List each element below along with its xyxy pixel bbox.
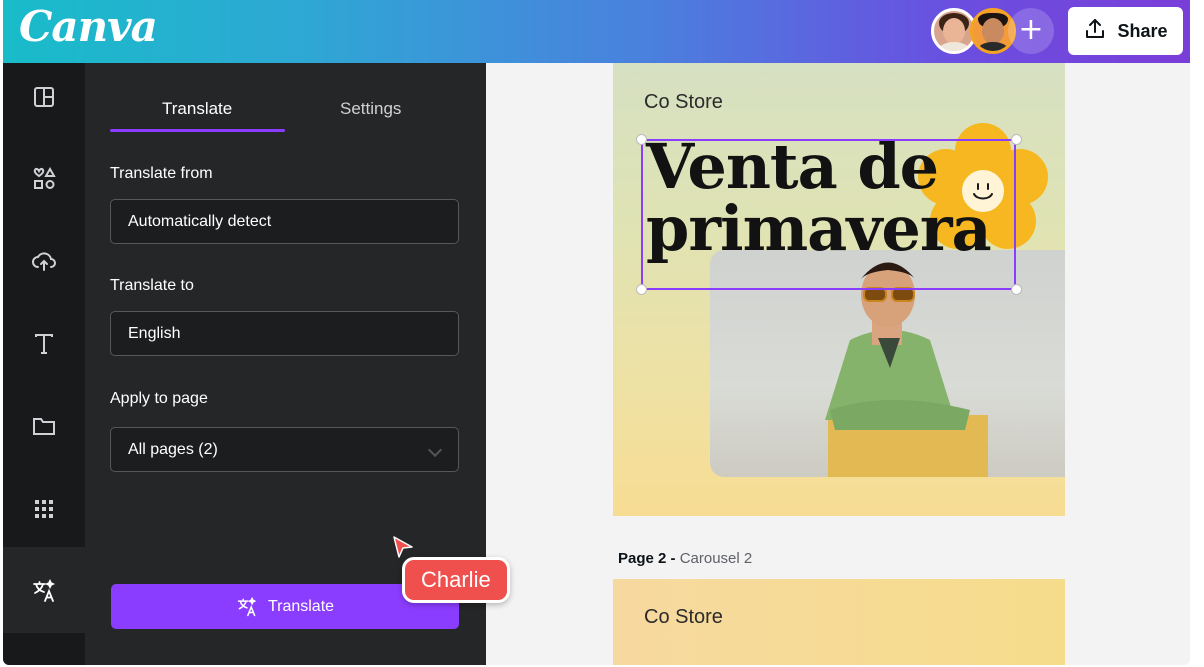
page-2-title: Carousel 2 xyxy=(679,550,753,567)
share-icon xyxy=(1083,17,1107,46)
canva-editor: Canva + Share Translate Settings Transla… xyxy=(3,0,1190,665)
elements-icon xyxy=(33,166,56,189)
translate-to-label: Translate to xyxy=(110,277,194,294)
apply-to-page-label: Apply to page xyxy=(110,390,208,407)
rail-templates[interactable] xyxy=(3,67,85,127)
side-rail xyxy=(3,63,85,665)
translate-button-label: Translate xyxy=(267,597,335,615)
apply-to-page-select[interactable]: All pages (2) xyxy=(110,427,459,472)
collaborator-cursor-icon xyxy=(393,536,413,558)
selection-box[interactable] xyxy=(641,139,1016,290)
rail-translate[interactable] xyxy=(3,561,85,621)
tab-translate[interactable]: Translate xyxy=(162,99,232,119)
page-2-number: Page 2 - xyxy=(618,550,676,567)
translate-icon xyxy=(237,596,257,616)
resize-handle-bottom-right[interactable] xyxy=(1011,284,1022,295)
tab-settings[interactable]: Settings xyxy=(340,99,401,119)
design-page-1[interactable]: Co Store Venta de primavera xyxy=(613,63,1065,516)
rail-projects[interactable] xyxy=(3,396,85,456)
translate-from-select[interactable]: Automatically detect xyxy=(110,199,459,244)
rail-elements[interactable] xyxy=(3,149,85,209)
apply-to-page-value: All pages (2) xyxy=(128,440,218,458)
active-tab-indicator xyxy=(110,129,285,132)
translate-from-value: Automatically detect xyxy=(128,212,272,230)
canva-logo[interactable]: Canva xyxy=(19,2,158,51)
resize-handle-top-left[interactable] xyxy=(636,134,647,145)
rail-text[interactable] xyxy=(3,314,85,374)
share-label: Share xyxy=(1117,20,1168,41)
folder-icon xyxy=(33,418,55,435)
collaborator-cursor-label: Charlie xyxy=(402,557,510,603)
top-bar: Canva + Share xyxy=(3,0,1190,63)
templates-icon xyxy=(34,87,54,107)
rail-uploads[interactable] xyxy=(3,231,85,291)
share-button[interactable]: Share xyxy=(1068,7,1183,55)
translate-from-label: Translate from xyxy=(110,165,213,182)
uploads-icon xyxy=(32,252,56,271)
chevron-down-icon xyxy=(427,442,443,458)
page-2-label[interactable]: Page 2 - Carousel 2 xyxy=(618,550,752,567)
design-canvas: Co Store Venta de primavera Page 2 - Car… xyxy=(486,63,1190,665)
page-2-store-name[interactable]: Co Store xyxy=(644,606,723,629)
design-page-2[interactable]: Co Store xyxy=(613,579,1065,665)
add-collaborator-button[interactable]: + xyxy=(1008,8,1054,54)
store-name-text[interactable]: Co Store xyxy=(644,91,723,114)
resize-handle-top-right[interactable] xyxy=(1011,134,1022,145)
text-icon xyxy=(35,334,53,354)
translate-to-select[interactable]: English xyxy=(110,311,459,356)
resize-handle-bottom-left[interactable] xyxy=(636,284,647,295)
rail-apps[interactable] xyxy=(3,479,85,539)
translate-icon xyxy=(33,578,56,602)
apps-grid-icon xyxy=(35,500,53,518)
translate-to-value: English xyxy=(128,324,181,342)
